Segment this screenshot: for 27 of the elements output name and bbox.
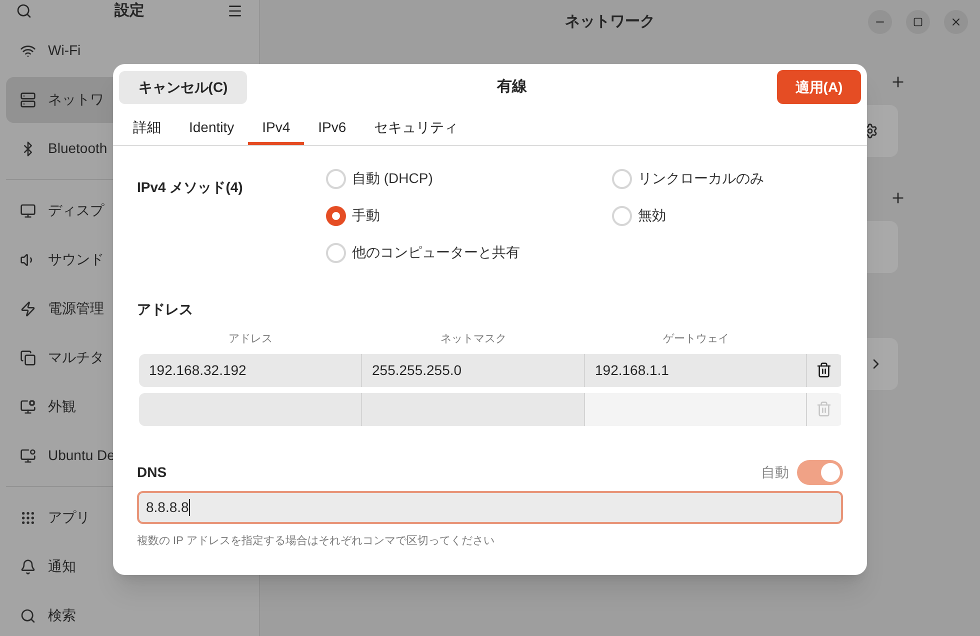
column-header: ネットマスク [440,332,508,347]
radio-label: 自動 (DHCP) [352,169,433,188]
sidebar-label: Bluetooth [48,139,108,158]
dns-label: DNS [137,462,167,482]
sidebar-label: ディスプ [48,201,104,220]
radio-label: 他のコンピューターと共有 [352,243,520,262]
radio-label: 無効 [638,206,666,225]
sidebar-label: マルチタ [48,348,104,367]
column-header: ゲートウェイ [662,332,730,347]
sidebar-label: 検索 [48,606,76,625]
sidebar-label: ネットワ [48,90,104,109]
section-title: アドレス [137,300,194,319]
radio-label: リンクローカルのみ [638,169,764,188]
sidebar-label: 電源管理 [48,299,104,318]
sidebar-label: サウンド [48,250,104,269]
sidebar-label: 外観 [48,397,76,416]
switch-label: 自動 [761,462,789,482]
sidebar-label: 通知 [48,557,76,576]
hint-text: 複数の IP アドレスを指定する場合はそれぞれコンマで区切ってください [137,534,496,548]
sidebar-label: アプリ [48,508,90,527]
window-title: ネットワーク [565,12,655,32]
column-header: アドレス [228,332,274,347]
radio-label: 手動 [352,206,380,225]
dialog-title: 有線 [497,76,527,97]
method-label: IPv4 メソッド(4) [137,178,244,197]
sidebar-title: 設定 [114,1,144,21]
sidebar-label: Wi-Fi [48,41,81,60]
